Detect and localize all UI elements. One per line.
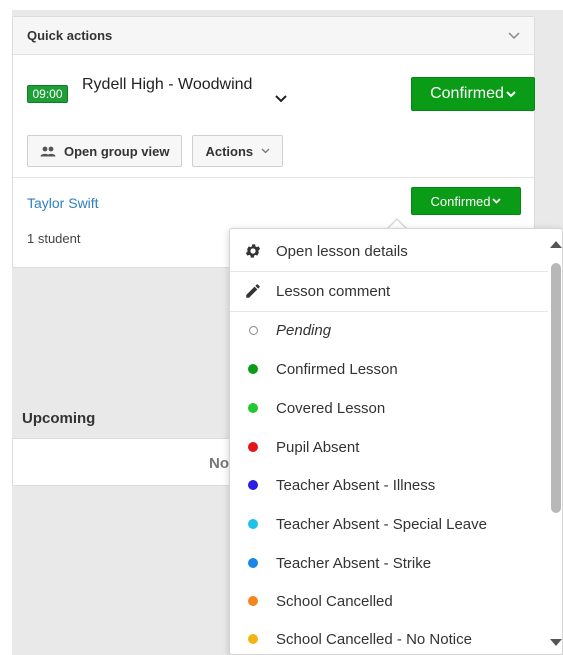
- status-dot-strike: [230, 558, 276, 568]
- menu-item-label: Confirmed Lesson: [276, 360, 398, 378]
- menu-item-label: School Cancelled: [276, 592, 393, 610]
- scroll-up-arrow-icon[interactable]: [550, 241, 562, 248]
- status-dropdown-menu: Open lesson details Lesson comment Pendi…: [229, 228, 563, 655]
- quick-actions-header[interactable]: Quick actions: [13, 17, 534, 55]
- menu-item-lesson-comment[interactable]: Lesson comment: [230, 272, 548, 310]
- cyan-dot-icon: [248, 519, 258, 529]
- chevron-down-icon: [506, 90, 516, 97]
- azure-dot-icon: [248, 558, 258, 568]
- status-dot-no-notice: [230, 634, 276, 644]
- chevron-down-icon[interactable]: [275, 90, 287, 108]
- open-group-view-button[interactable]: Open group view: [27, 135, 183, 167]
- menu-item-label: Lesson comment: [276, 282, 391, 300]
- left-band: [0, 0, 12, 655]
- status-dot-covered: [230, 403, 276, 413]
- dropdown-scrollbar[interactable]: [548, 229, 562, 654]
- status-dot-illness: [230, 480, 276, 490]
- menu-item-school-cancelled[interactable]: School Cancelled: [230, 582, 548, 620]
- status-dot-special-leave: [230, 519, 276, 529]
- menu-item-covered-lesson[interactable]: Covered Lesson: [230, 389, 548, 427]
- menu-item-label: Open lesson details: [276, 242, 408, 260]
- orange-dot-icon: [248, 596, 258, 606]
- scroll-down-arrow-icon[interactable]: [550, 639, 562, 646]
- action-buttons-row: Open group view Actions: [27, 135, 284, 167]
- actions-button[interactable]: Actions: [192, 135, 284, 167]
- green-dot-icon: [248, 364, 258, 374]
- red-dot-icon: [248, 442, 258, 452]
- menu-item-label: Teacher Absent - Strike: [276, 554, 432, 572]
- menu-item-confirmed-lesson[interactable]: Confirmed Lesson: [230, 350, 548, 388]
- menu-item-label: Pending: [276, 321, 332, 339]
- group-icon: [40, 146, 56, 156]
- menu-item-label: Teacher Absent - Illness: [276, 476, 436, 494]
- menu-item-school-cancelled-no-notice[interactable]: School Cancelled - No Notice: [230, 620, 548, 654]
- menu-item-teacher-absent-special-leave[interactable]: Teacher Absent - Special Leave: [230, 505, 548, 543]
- top-band: [0, 0, 563, 10]
- status-dot-pending: [230, 325, 276, 335]
- hollow-dot-icon: [248, 325, 258, 335]
- chevron-down-icon: [492, 198, 502, 204]
- student-status-button[interactable]: Confirmed: [411, 187, 521, 215]
- gear-icon: [230, 242, 276, 260]
- lesson-title: Rydell High - Woodwind: [82, 76, 253, 93]
- menu-item-label: School Cancelled - No Notice: [276, 630, 472, 648]
- yellow-dot-icon: [248, 634, 258, 644]
- time-badge: 09:00: [27, 85, 68, 103]
- menu-item-pupil-absent[interactable]: Pupil Absent: [230, 428, 548, 466]
- status-dot-school-cancelled: [230, 596, 276, 606]
- open-group-view-label: Open group view: [64, 143, 170, 159]
- menu-item-pending[interactable]: Pending: [230, 311, 548, 349]
- student-status-label: Confirmed: [430, 193, 491, 209]
- light-green-dot-icon: [248, 403, 258, 413]
- upcoming-panel: No: [12, 438, 242, 486]
- student-name-link[interactable]: Taylor Swift: [27, 195, 99, 211]
- menu-item-label: Teacher Absent - Special Leave: [276, 515, 487, 533]
- menu-item-teacher-absent-strike[interactable]: Teacher Absent - Strike: [230, 544, 548, 582]
- lesson-status-button[interactable]: Confirmed: [411, 77, 535, 111]
- menu-item-open-lesson-details[interactable]: Open lesson details: [230, 232, 548, 270]
- status-dot-pupil-absent: [230, 442, 276, 452]
- lesson-row: 09:00 Rydell High - Woodwind Confirmed: [27, 56, 535, 116]
- chevron-down-icon[interactable]: [508, 31, 520, 40]
- blue-dot-icon: [248, 480, 258, 490]
- quick-actions-title: Quick actions: [27, 28, 113, 43]
- upcoming-title: Upcoming: [22, 410, 96, 427]
- menu-item-teacher-absent-illness[interactable]: Teacher Absent - Illness: [230, 466, 548, 504]
- divider: [13, 177, 534, 178]
- upcoming-placeholder: No: [209, 455, 229, 472]
- menu-item-label: Pupil Absent: [276, 438, 360, 456]
- status-dot-confirmed: [230, 364, 276, 374]
- scroll-thumb[interactable]: [551, 263, 561, 513]
- student-count: 1 student: [27, 231, 81, 246]
- pencil-icon: [230, 282, 276, 300]
- actions-label: Actions: [205, 143, 254, 159]
- chevron-down-icon: [261, 148, 270, 154]
- lesson-status-label: Confirmed: [430, 85, 504, 102]
- menu-item-label: Covered Lesson: [276, 399, 386, 417]
